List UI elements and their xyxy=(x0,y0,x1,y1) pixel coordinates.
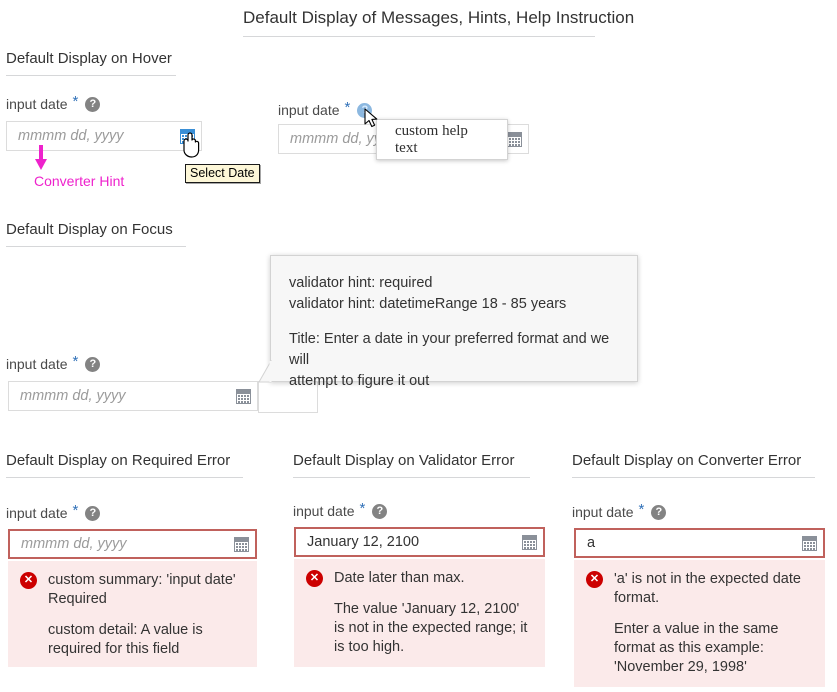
section-heading-converter-error: Default Display on Converter Error xyxy=(572,452,815,478)
help-icon[interactable]: ? xyxy=(85,357,100,372)
field-label-hover-right: input date * ? xyxy=(278,101,372,119)
field-label-hover-left: input date * ? xyxy=(6,95,100,113)
error-detail-text: The value 'January 12, 2100' is not in t… xyxy=(334,600,533,657)
help-icon[interactable]: ? xyxy=(85,97,100,112)
input-placeholder-text: mmmm dd, yyyy xyxy=(21,536,234,552)
help-icon[interactable]: ? xyxy=(85,506,100,521)
hint-popup-tail xyxy=(258,360,272,389)
error-x-icon: ✕ xyxy=(306,570,323,587)
input-date-required-error[interactable]: mmmm dd, yyyy xyxy=(8,529,257,559)
required-asterisk: * xyxy=(73,354,79,369)
error-x-icon: ✕ xyxy=(20,572,37,589)
input-value-text: January 12, 2100 xyxy=(307,534,522,550)
input-placeholder-text: mmmm dd, yyyy xyxy=(18,128,180,144)
calendar-icon[interactable] xyxy=(234,537,249,552)
error-detail-text: Enter a value in the same format as this… xyxy=(614,620,813,677)
error-summary-row: ✕ 'a' is not in the expected date format… xyxy=(586,570,813,608)
error-summary-row: ✕ Date later than max. xyxy=(306,569,533,588)
field-label-text: input date xyxy=(6,96,68,112)
hint-line-3: Title: Enter a date in your preferred fo… xyxy=(289,329,619,371)
error-message-validator: ✕ Date later than max. The value 'Januar… xyxy=(294,559,545,667)
error-summary-text: custom summary: 'input date' Required xyxy=(48,571,245,609)
help-icon[interactable]: ? xyxy=(357,103,372,118)
section-heading-focus: Default Display on Focus xyxy=(6,221,186,247)
field-label-text: input date xyxy=(6,505,68,521)
calendar-icon[interactable] xyxy=(507,132,522,147)
hint-line-2: validator hint: datetimeRange 18 - 85 ye… xyxy=(289,294,619,315)
required-asterisk: * xyxy=(73,94,79,109)
calendar-icon[interactable] xyxy=(180,129,195,144)
field-label-text: input date xyxy=(6,356,68,372)
error-x-icon: ✕ xyxy=(586,571,603,588)
field-label-required-error: input date * ? xyxy=(6,504,100,522)
field-label-text: input date xyxy=(278,102,340,118)
calendar-icon[interactable] xyxy=(802,536,817,551)
error-summary-row: ✕ custom summary: 'input date' Required xyxy=(20,571,245,609)
field-label-validator-error: input date * ? xyxy=(293,502,387,520)
converter-hint-label: Converter Hint xyxy=(34,173,124,189)
input-date-focus[interactable]: mmmm dd, yyyy xyxy=(8,381,258,411)
section-heading-required-error: Default Display on Required Error xyxy=(6,452,243,478)
required-asterisk: * xyxy=(345,100,351,115)
error-message-converter: ✕ 'a' is not in the expected date format… xyxy=(574,560,825,687)
error-summary-text: 'a' is not in the expected date format. xyxy=(614,570,813,608)
input-date-validator-error[interactable]: January 12, 2100 xyxy=(294,527,545,557)
calendar-icon[interactable] xyxy=(236,389,251,404)
select-date-tooltip: Select Date xyxy=(185,164,260,183)
validator-hint-popup: validator hint: required validator hint:… xyxy=(270,255,638,382)
error-summary-text: Date later than max. xyxy=(334,569,533,588)
converter-hint-arrow-icon xyxy=(34,145,48,173)
error-detail-text: custom detail: A value is required for t… xyxy=(48,621,245,659)
input-date-converter-error[interactable]: a xyxy=(574,528,825,558)
section-heading-validator-error: Default Display on Validator Error xyxy=(293,452,530,478)
field-label-focus: input date * ? xyxy=(6,355,100,373)
required-asterisk: * xyxy=(639,502,645,517)
hint-line-1: validator hint: required xyxy=(289,273,619,294)
custom-help-popup: custom help text xyxy=(376,119,508,160)
section-heading-hover: Default Display on Hover xyxy=(6,50,176,76)
required-asterisk: * xyxy=(360,501,366,516)
input-value-text: a xyxy=(587,535,802,551)
page-title: Default Display of Messages, Hints, Help… xyxy=(243,8,595,37)
calendar-icon[interactable] xyxy=(522,535,537,550)
field-label-text: input date xyxy=(293,503,355,519)
required-asterisk: * xyxy=(73,503,79,518)
field-label-text: input date xyxy=(572,504,634,520)
error-message-required: ✕ custom summary: 'input date' Required … xyxy=(8,561,257,667)
help-icon[interactable]: ? xyxy=(372,504,387,519)
field-label-converter-error: input date * ? xyxy=(572,503,666,521)
input-placeholder-text: mmmm dd, yyyy xyxy=(20,388,236,404)
hint-line-4: attempt to figure it out xyxy=(289,371,619,392)
hint-spacer xyxy=(289,315,619,329)
help-icon[interactable]: ? xyxy=(651,505,666,520)
